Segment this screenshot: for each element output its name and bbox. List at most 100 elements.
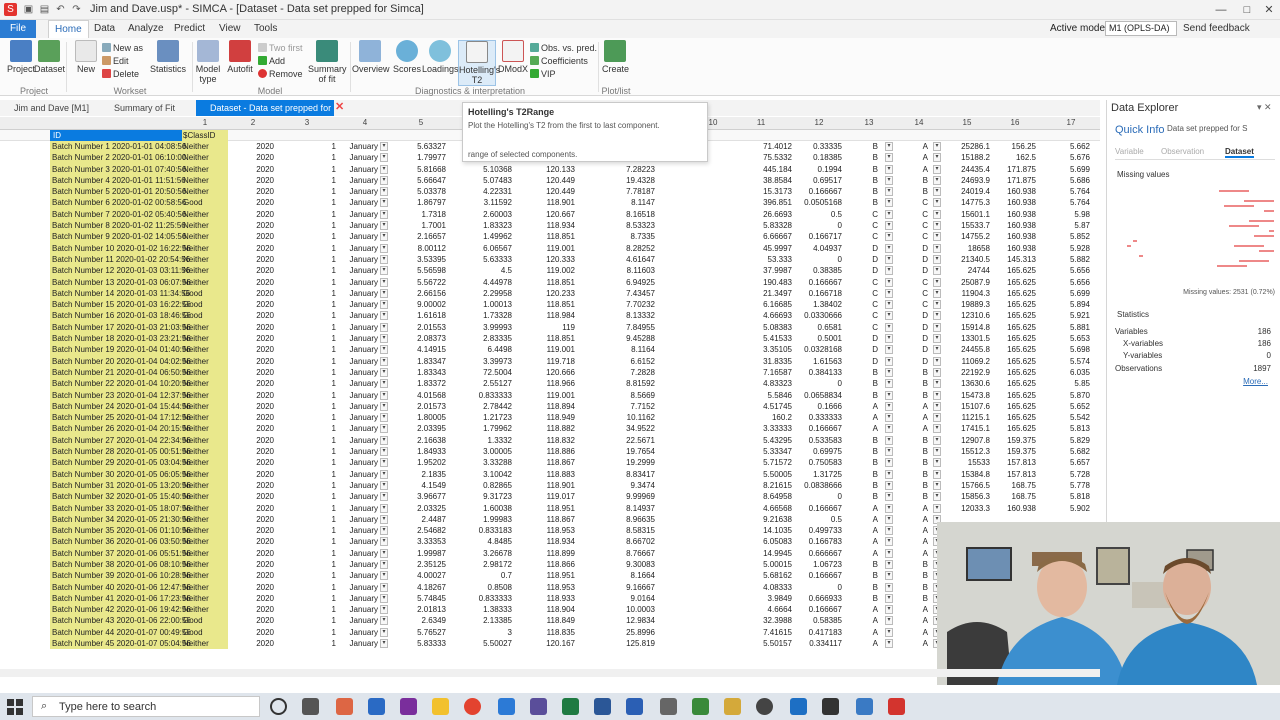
chevron-down-icon[interactable]: ▾: [933, 209, 941, 219]
table-cell[interactable]: 0.18385: [790, 152, 842, 163]
table-cell[interactable]: Neither: [183, 333, 227, 344]
table-cell[interactable]: 118.951: [515, 503, 575, 514]
statistics-header[interactable]: Statistics: [1117, 310, 1149, 319]
table-cell[interactable]: 160.938: [994, 197, 1036, 208]
table-cell[interactable]: 31.8335: [736, 356, 792, 367]
excel-icon[interactable]: [562, 698, 579, 715]
table-cell[interactable]: 1: [310, 356, 336, 367]
table-cell[interactable]: 4.8485: [446, 536, 512, 547]
table-cell[interactable]: 1: [310, 503, 336, 514]
table-cell[interactable]: 0.33335: [790, 141, 842, 152]
table-cell[interactable]: 3.33288: [446, 457, 512, 468]
table-cell[interactable]: January: [340, 548, 378, 559]
coefficients-button[interactable]: Coefficients: [530, 55, 588, 67]
table-cell[interactable]: 5.87: [1040, 220, 1090, 231]
table-row[interactable]: Batch Number 9 2020-01-02 14:05:56 Neithe…: [0, 231, 1100, 243]
table-cell[interactable]: 1.79977: [390, 152, 446, 163]
table-cell[interactable]: January: [340, 209, 378, 220]
table-cell[interactable]: 15512.3: [950, 446, 990, 457]
table-cell[interactable]: 4.51745: [736, 401, 792, 412]
table-cell[interactable]: January: [340, 593, 378, 604]
table-cell[interactable]: 1: [310, 299, 336, 310]
undo-icon[interactable]: ↶: [54, 3, 67, 16]
table-row[interactable]: Batch Number 8 2020-01-02 11:25:56 Neithe…: [0, 220, 1100, 232]
table-cell[interactable]: 2.54682: [390, 525, 446, 536]
row-label[interactable]: Batch Number 43 2020-01-06 22:00:56: [52, 615, 191, 626]
column-number[interactable]: 12: [812, 118, 826, 127]
table-cell[interactable]: 2020: [238, 141, 274, 152]
table-cell[interactable]: 120.167: [515, 638, 575, 649]
pin-close-icons[interactable]: ▾ ✕: [1257, 102, 1272, 113]
table-cell[interactable]: January: [340, 480, 378, 491]
table-cell[interactable]: 22.5671: [595, 435, 655, 446]
table-cell[interactable]: C: [858, 220, 878, 231]
table-cell[interactable]: 1.86797: [390, 197, 446, 208]
table-cell[interactable]: 1: [310, 423, 336, 434]
table-cell[interactable]: D: [908, 322, 928, 333]
table-cell[interactable]: Neither: [183, 390, 227, 401]
table-cell[interactable]: 2.6349: [390, 615, 446, 626]
close-window-button[interactable]: ✕: [1258, 2, 1280, 18]
chevron-down-icon[interactable]: ▾: [933, 367, 941, 377]
table-cell[interactable]: 7.7152: [595, 401, 655, 412]
table-cell[interactable]: 165.625: [994, 277, 1036, 288]
table-cell[interactable]: 5.50005: [736, 469, 792, 480]
table-cell[interactable]: 1: [310, 141, 336, 152]
table-cell[interactable]: 0.166667: [790, 277, 842, 288]
row-label[interactable]: Batch Number 38 2020-01-06 08:10:56: [52, 559, 191, 570]
tab-data[interactable]: Data: [88, 20, 121, 38]
chevron-down-icon[interactable]: ▾: [885, 616, 893, 626]
table-cell[interactable]: 5.81668: [390, 164, 446, 175]
task-view-icon[interactable]: [302, 698, 319, 715]
table-cell[interactable]: 26.6693: [736, 209, 792, 220]
table-cell[interactable]: 118.866: [515, 559, 575, 570]
table-cell[interactable]: 8.14937: [595, 503, 655, 514]
table-cell[interactable]: 3.9849: [736, 593, 792, 604]
chevron-down-icon[interactable]: ▾: [933, 492, 941, 502]
table-cell[interactable]: 9.21638: [736, 514, 792, 525]
table-cell[interactable]: B: [908, 593, 928, 604]
table-cell[interactable]: B: [908, 186, 928, 197]
column-number[interactable]: 2: [246, 118, 260, 127]
class-column-header[interactable]: $ClassID: [183, 130, 215, 141]
table-cell[interactable]: 2020: [238, 604, 274, 615]
table-row[interactable]: Batch Number 39 2020-01-06 10:28:56 Neith…: [0, 570, 1100, 582]
chevron-down-icon[interactable]: ▾: [380, 153, 388, 163]
table-cell[interactable]: 19.2999: [595, 457, 655, 468]
table-cell[interactable]: 5.98: [1040, 209, 1090, 220]
table-cell[interactable]: Good: [183, 197, 227, 208]
table-cell[interactable]: 14.9945: [736, 548, 792, 559]
table-cell[interactable]: 6.16685: [736, 299, 792, 310]
table-cell[interactable]: 0.417183: [790, 627, 842, 638]
table-cell[interactable]: 2020: [238, 548, 274, 559]
table-cell[interactable]: 5.03378: [390, 186, 446, 197]
table-cell[interactable]: B: [858, 367, 878, 378]
table-cell[interactable]: 0.82865: [446, 480, 512, 491]
table-cell[interactable]: 2.13385: [446, 615, 512, 626]
row-label[interactable]: Batch Number 42 2020-01-06 19:42:56: [52, 604, 191, 615]
table-row[interactable]: Batch Number 31 2020-01-05 13:20:56 Neith…: [0, 479, 1100, 492]
chevron-down-icon[interactable]: ▾: [933, 300, 941, 310]
table-row[interactable]: Batch Number 19 2020-01-04 01:40:56 Neith…: [0, 344, 1100, 356]
row-label[interactable]: Batch Number 10 2020-01-02 16:22:56: [52, 243, 191, 254]
table-cell[interactable]: 1: [310, 152, 336, 163]
table-cell[interactable]: 15533: [950, 457, 990, 468]
save-icon[interactable]: ▣: [22, 3, 35, 16]
table-cell[interactable]: January: [340, 390, 378, 401]
table-cell[interactable]: 1: [310, 390, 336, 401]
table-cell[interactable]: 6.94925: [595, 277, 655, 288]
table-cell[interactable]: 7.43457: [595, 288, 655, 299]
table-cell[interactable]: 10.1162: [595, 412, 655, 423]
table-cell[interactable]: 2.03395: [390, 423, 446, 434]
table-cell[interactable]: 118.894: [515, 401, 575, 412]
table-cell[interactable]: January: [340, 288, 378, 299]
table-cell[interactable]: January: [340, 536, 378, 547]
table-cell[interactable]: 5.662: [1040, 141, 1090, 152]
table-cell[interactable]: 160.938: [994, 503, 1036, 514]
table-cell[interactable]: 445.184: [736, 164, 792, 175]
table-cell[interactable]: B: [908, 435, 928, 446]
chevron-down-icon[interactable]: ▾: [885, 571, 893, 581]
table-cell[interactable]: 5.764: [1040, 197, 1090, 208]
new-button[interactable]: New: [74, 40, 98, 74]
maximize-button[interactable]: □: [1236, 2, 1258, 18]
